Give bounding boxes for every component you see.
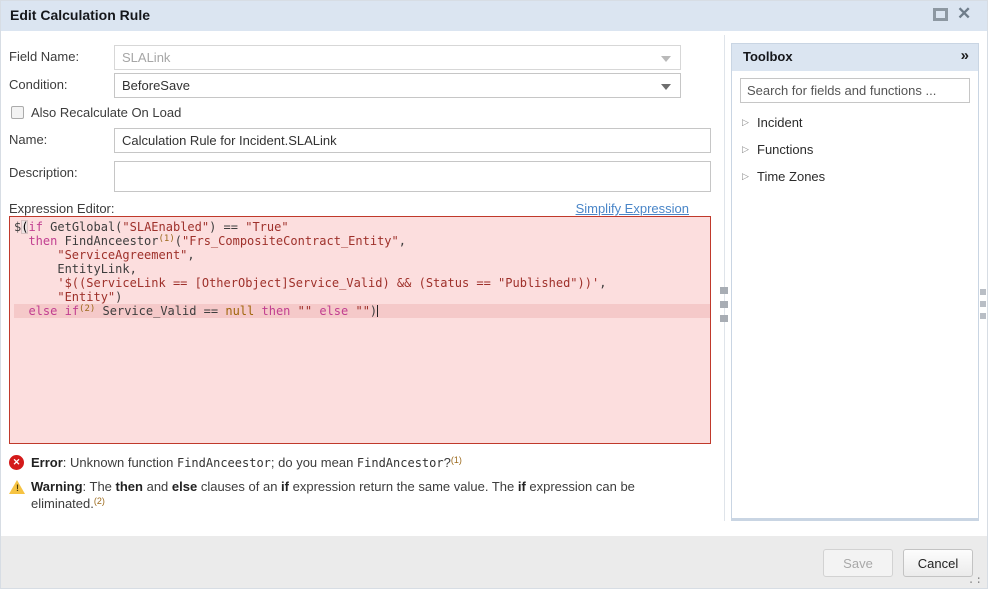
close-icon[interactable]: ✕	[957, 4, 971, 24]
condition-value: BeforeSave	[122, 78, 190, 93]
error-message: ✕ Error: Unknown function FindAnceestor;…	[9, 454, 709, 472]
name-input[interactable]	[114, 128, 711, 153]
toolbox-panel: Toolbox » ▷ Incident ▷ Functions ▷ Time Zones	[731, 43, 979, 521]
panel-splitter[interactable]	[724, 35, 725, 521]
right-splitter-grip-dot[interactable]	[980, 313, 986, 319]
right-splitter-grip-dot[interactable]	[980, 301, 986, 307]
condition-dropdown[interactable]: BeforeSave	[114, 73, 681, 98]
warning-message: ! Warning: The then and else clauses of …	[9, 478, 709, 514]
expand-triangle-icon[interactable]: ▷	[742, 144, 749, 155]
right-splitter-grip-dot[interactable]	[980, 289, 986, 295]
toolbox-item-functions[interactable]: ▷ Functions	[740, 139, 970, 166]
dialog-titlebar: Edit Calculation Rule ✕	[1, 1, 988, 31]
field-name-label: Field Name:	[9, 49, 79, 64]
collapse-panel-icon[interactable]: »	[961, 47, 969, 64]
expression-editor[interactable]: $(if GetGlobal("SLAEnabled") == "True" t…	[9, 216, 711, 444]
splitter-grip-dot[interactable]	[720, 315, 728, 322]
description-label: Description:	[9, 165, 78, 180]
recalculate-on-load-label: Also Recalculate On Load	[31, 105, 181, 120]
simplify-expression-link[interactable]: Simplify Expression	[576, 201, 689, 216]
name-label: Name:	[9, 132, 47, 147]
description-input[interactable]	[114, 161, 711, 192]
toolbox-tree: ▷ Incident ▷ Functions ▷ Time Zones	[740, 112, 970, 193]
chevron-down-icon	[661, 84, 671, 90]
dialog-title: Edit Calculation Rule	[10, 7, 150, 23]
code-line: $(if GetGlobal("SLAEnabled") == "True"	[14, 220, 710, 234]
expression-code: $(if GetGlobal("SLAEnabled") == "True" t…	[10, 217, 710, 318]
error-icon: ✕	[9, 455, 24, 470]
expand-triangle-icon[interactable]: ▷	[742, 117, 749, 128]
toolbox-item-incident[interactable]: ▷ Incident	[740, 112, 970, 139]
toolbox-header: Toolbox »	[732, 44, 978, 71]
expression-editor-label: Expression Editor:	[9, 201, 115, 216]
toolbox-title: Toolbox	[743, 49, 793, 64]
warning-text: Warning: The then and else clauses of an…	[31, 478, 683, 514]
code-line: "Entity")	[14, 290, 710, 304]
code-line: else if(2) Service_Valid == null then ""…	[14, 304, 710, 318]
toolbox-item-label: Time Zones	[757, 169, 825, 184]
recalculate-on-load-checkbox[interactable]	[11, 106, 24, 119]
condition-label: Condition:	[9, 77, 68, 92]
error-text: Error: Unknown function FindAnceestor; d…	[31, 454, 683, 473]
dialog-footer: Save Cancel	[1, 536, 988, 589]
code-line: then FindAnceestor(1)("Frs_CompositeCont…	[14, 234, 710, 248]
toolbox-item-label: Functions	[757, 142, 813, 157]
edit-calculation-rule-dialog: Edit Calculation Rule ✕ Field Name: SLAL…	[0, 0, 988, 589]
text-caret	[377, 305, 378, 317]
cancel-button[interactable]: Cancel	[903, 549, 973, 577]
field-name-dropdown[interactable]: SLALink	[114, 45, 681, 70]
toolbox-item-time-zones[interactable]: ▷ Time Zones	[740, 166, 970, 193]
toolbox-item-label: Incident	[757, 115, 803, 130]
field-name-value: SLALink	[122, 50, 170, 65]
code-line: EntityLink,	[14, 262, 710, 276]
warning-exclamation: !	[16, 483, 19, 493]
toolbox-search-input[interactable]	[740, 78, 970, 103]
maximize-icon[interactable]	[933, 8, 948, 21]
expand-triangle-icon[interactable]: ▷	[742, 171, 749, 182]
code-line: "ServiceAgreement",	[14, 248, 710, 262]
chevron-down-icon	[661, 56, 671, 62]
code-line: '$((ServiceLink == [OtherObject]Service_…	[14, 276, 710, 290]
save-button[interactable]: Save	[823, 549, 893, 577]
splitter-grip-dot[interactable]	[720, 301, 728, 308]
splitter-grip-dot[interactable]	[720, 287, 728, 294]
resize-grip[interactable]: .:	[968, 573, 983, 586]
